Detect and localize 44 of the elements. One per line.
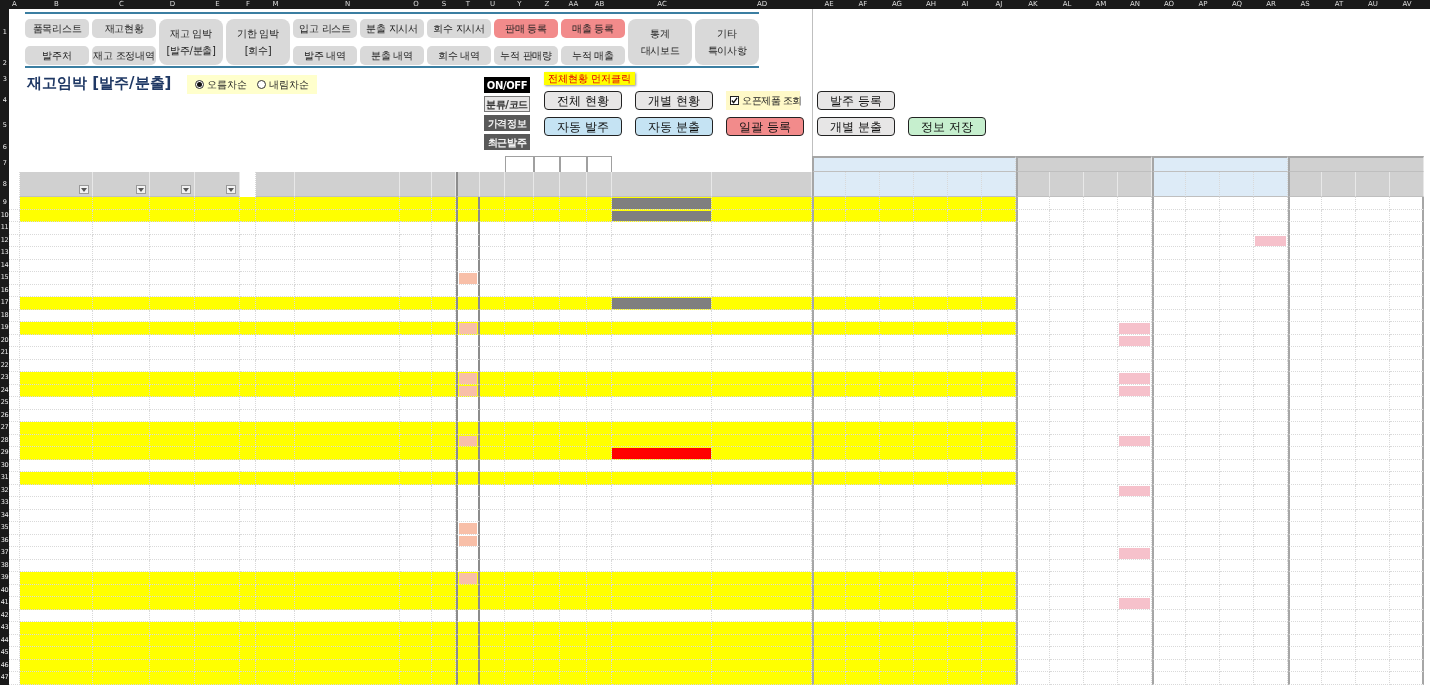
radio-label: 내림차순 — [269, 78, 310, 92]
filter-button[interactable] — [226, 185, 236, 194]
nav-button[interactable]: 회수 지시서 — [427, 19, 491, 38]
filter-button[interactable] — [136, 185, 146, 194]
nav-button[interactable]: 재고 조정내역 — [92, 46, 156, 65]
nav-button[interactable]: 분출 내역 — [360, 46, 424, 65]
nav-button[interactable]: 입고 리스트 — [293, 19, 357, 38]
radio-button[interactable] — [195, 80, 205, 89]
action-button[interactable]: 발주 등록 — [817, 91, 895, 110]
nav-button[interactable]: 분출 지시서 — [360, 19, 424, 38]
page-title: 재고임박 [발주/분출] — [27, 74, 172, 92]
nav-button[interactable]: 재고 임박 [발주/분출] — [159, 19, 223, 65]
nav-button[interactable]: 품목리스트 — [25, 19, 89, 38]
nav-button[interactable]: 누적 판매량 — [494, 46, 558, 65]
action-button[interactable]: 전체 현황 — [544, 91, 622, 110]
checkbox-label: 오픈제품 조회 — [742, 94, 802, 108]
filter-button[interactable] — [181, 185, 191, 194]
action-button[interactable]: 개별 분출 — [817, 117, 895, 136]
action-button[interactable]: 일괄 등록 — [726, 117, 804, 136]
checkbox[interactable] — [730, 96, 739, 105]
nav-button[interactable]: 기한 임박 [회수] — [226, 19, 290, 65]
action-button[interactable]: 정보 저장 — [908, 117, 986, 136]
nav-button[interactable]: 발주 내역 — [293, 46, 357, 65]
column-header — [456, 172, 480, 197]
nav-button[interactable]: 누적 매출 — [561, 46, 625, 65]
action-button[interactable]: 개별 현황 — [635, 91, 713, 110]
nav-button[interactable]: 발주처 — [25, 46, 89, 65]
nav-button[interactable]: 판매 등록 — [494, 19, 558, 38]
column-header — [1390, 172, 1424, 197]
filter-button[interactable] — [79, 185, 89, 194]
toggle-button[interactable]: 최근발주 — [484, 134, 530, 150]
nav-button[interactable]: 회수 내역 — [427, 46, 491, 65]
action-button[interactable]: 자동 분출 — [635, 117, 713, 136]
toggle-button[interactable]: 가격정보 — [484, 115, 530, 131]
radio-label: 오름차순 — [207, 78, 248, 92]
nav-button[interactable]: 기타 특이사항 — [695, 19, 759, 65]
nav-button[interactable]: 재고현황 — [92, 19, 156, 38]
callout-note: 전체현황 먼저클릭 — [544, 72, 636, 85]
toggle-button[interactable]: ON/OFF — [484, 77, 530, 93]
nav-button[interactable]: 매출 등록 — [561, 19, 625, 38]
radio-button[interactable] — [257, 80, 267, 89]
toggle-button[interactable]: 분류/코드 — [484, 96, 530, 112]
nav-button[interactable]: 통계 대시보드 — [628, 19, 692, 65]
action-button[interactable]: 자동 발주 — [544, 117, 622, 136]
